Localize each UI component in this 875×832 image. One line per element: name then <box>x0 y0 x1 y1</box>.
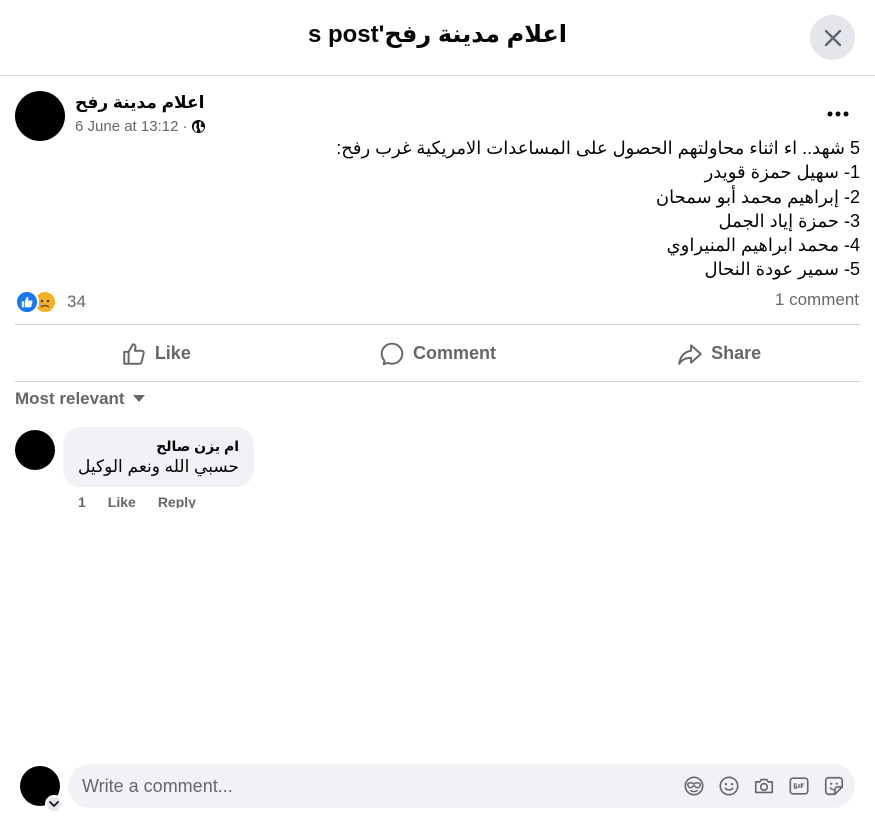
globe-icon <box>192 119 206 134</box>
chevron-down-icon <box>49 800 59 807</box>
comment-label: Comment <box>413 343 497 363</box>
share-label: Share <box>711 343 762 363</box>
comment-composer <box>68 764 855 808</box>
meta-separator: · <box>182 118 188 135</box>
comment-reply-link[interactable]: Reply <box>158 494 196 508</box>
comment-sort-dropdown[interactable]: Most relevant <box>15 389 145 409</box>
dialog-title: اعلام مدينة رفح's post <box>307 21 568 48</box>
emoji-icon[interactable] <box>717 774 740 797</box>
reaction-count: 34 <box>67 292 86 311</box>
post-date[interactable]: 6 June at 13:12 <box>75 118 178 135</box>
reactions-summary[interactable]: 34 <box>15 290 86 314</box>
more-icon <box>827 111 849 117</box>
author-avatar[interactable] <box>15 91 65 141</box>
comment-text: حسبي الله ونعم الوكيل <box>78 457 240 476</box>
sort-label: Most relevant <box>15 389 125 408</box>
post-line: 2- إبراهيم محمد أبو سمحان <box>655 186 860 207</box>
comment-input[interactable] <box>68 764 658 808</box>
caret-down-icon <box>132 395 145 402</box>
comment-time[interactable]: 1 <box>78 494 86 508</box>
comment-author[interactable]: ام يزن صالح <box>78 437 239 455</box>
more-options-button[interactable] <box>822 102 854 126</box>
post-actions: Like Comment Share <box>15 326 860 381</box>
avatar-sticker-icon[interactable] <box>682 774 705 797</box>
comment-like-link[interactable]: Like <box>108 494 136 508</box>
post-line: 4- محمد ابراهيم المنيراوي <box>666 235 860 256</box>
composer-tools <box>682 774 845 797</box>
comment-bubble-icon <box>380 342 404 365</box>
close-button[interactable] <box>810 15 855 60</box>
post-meta: 6 June at 13:12 · <box>75 118 206 135</box>
like-button[interactable]: Like <box>15 326 297 381</box>
post-line: 3- حمزة إياد الجمل <box>718 210 860 231</box>
post-line: 1- سهيل حمزة قويدر <box>704 162 860 183</box>
author-name[interactable]: اعلام مدينة رفح <box>75 93 204 113</box>
dialog-header: اعلام مدينة رفح's post <box>0 0 875 76</box>
thumbs-up-icon <box>123 342 145 365</box>
divider <box>15 324 860 325</box>
share-icon <box>678 343 702 365</box>
close-icon <box>824 29 841 46</box>
comment-count[interactable]: 1 comment <box>775 290 859 310</box>
gif-icon[interactable] <box>787 774 810 797</box>
sticker-icon[interactable] <box>822 774 845 797</box>
post-line: 5 شهد.. اء اثناء محاولتهم الحصول على الم… <box>336 138 860 158</box>
comment-actions: 1 Like Reply <box>78 494 196 508</box>
like-label: Like <box>154 343 191 363</box>
share-button[interactable]: Share <box>578 326 860 381</box>
comment-bubble: ام يزن صالح حسبي الله ونعم الوكيل <box>63 427 255 487</box>
post-line: 5- سمير عودة النحال <box>704 259 860 280</box>
like-reaction-icon <box>15 290 39 314</box>
post-text: 5 شهد.. اء اثناء محاولتهم الحصول على الم… <box>160 136 860 282</box>
camera-icon[interactable] <box>752 774 775 797</box>
divider <box>15 381 860 382</box>
account-switch-button[interactable] <box>45 795 63 813</box>
commenter-avatar[interactable] <box>15 430 55 470</box>
comment-button[interactable]: Comment <box>297 326 579 381</box>
